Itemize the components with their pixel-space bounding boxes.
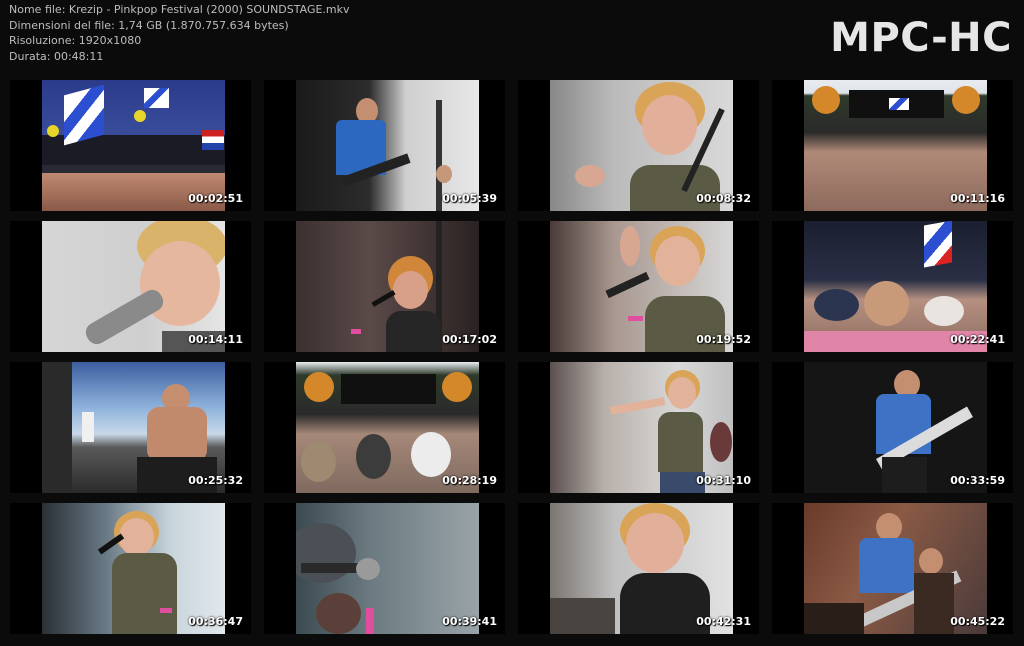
timestamp: 00:22:41 [950, 333, 1005, 346]
timestamp: 00:28:19 [442, 474, 497, 487]
file-size-line: Dimensioni del file: 1,74 GB (1.870.757.… [9, 18, 289, 32]
thumbnail-sheet: Nome file: Krezip - Pinkpop Festival (20… [0, 0, 1024, 646]
timestamp: 00:36:47 [188, 615, 243, 628]
timestamp: 00:33:59 [950, 474, 1005, 487]
thumbnail[interactable]: 00:36:47 [10, 503, 251, 634]
thumbnail[interactable]: 00:25:32 [10, 362, 251, 493]
file-name-line: Nome file: Krezip - Pinkpop Festival (20… [9, 3, 350, 16]
thumbnail[interactable]: 00:14:11 [10, 221, 251, 352]
timestamp: 00:05:39 [442, 192, 497, 205]
thumbnail[interactable]: 00:33:59 [772, 362, 1013, 493]
thumbnail[interactable]: 00:42:31 [518, 503, 759, 634]
duration-line: Durata: 00:48:11 [9, 49, 104, 63]
timestamp: 00:14:11 [188, 333, 243, 346]
timestamp: 00:25:32 [188, 474, 243, 487]
thumbnail[interactable]: 00:05:39 [264, 80, 505, 211]
thumbnail-grid: 00:02:51 00:05:39 00:08:32 00:11:16 00:1… [10, 80, 1016, 636]
thumbnail[interactable]: 00:31:10 [518, 362, 759, 493]
timestamp: 00:17:02 [442, 333, 497, 346]
thumbnail[interactable]: 00:11:16 [772, 80, 1013, 211]
timestamp: 00:31:10 [696, 474, 751, 487]
thumbnail[interactable]: 00:28:19 [264, 362, 505, 493]
thumbnail[interactable]: 00:19:52 [518, 221, 759, 352]
timestamp: 00:02:51 [188, 192, 243, 205]
thumbnail[interactable]: 00:45:22 [772, 503, 1013, 634]
file-info: Nome file: Krezip - Pinkpop Festival (20… [9, 2, 350, 64]
timestamp: 00:39:41 [442, 615, 497, 628]
resolution-line: Risoluzione: 1920x1080 [9, 34, 142, 47]
timestamp: 00:11:16 [950, 192, 1005, 205]
timestamp: 00:19:52 [696, 333, 751, 346]
timestamp: 00:42:31 [696, 615, 751, 628]
thumbnail[interactable]: 00:02:51 [10, 80, 251, 211]
timestamp: 00:45:22 [950, 615, 1005, 628]
thumbnail[interactable]: 00:08:32 [518, 80, 759, 211]
timestamp: 00:08:32 [696, 192, 751, 205]
thumbnail[interactable]: 00:17:02 [264, 221, 505, 352]
mpc-hc-logo: MPC-HC [830, 15, 1012, 61]
thumbnail[interactable]: 00:22:41 [772, 221, 1013, 352]
thumbnail[interactable]: 00:39:41 [264, 503, 505, 634]
